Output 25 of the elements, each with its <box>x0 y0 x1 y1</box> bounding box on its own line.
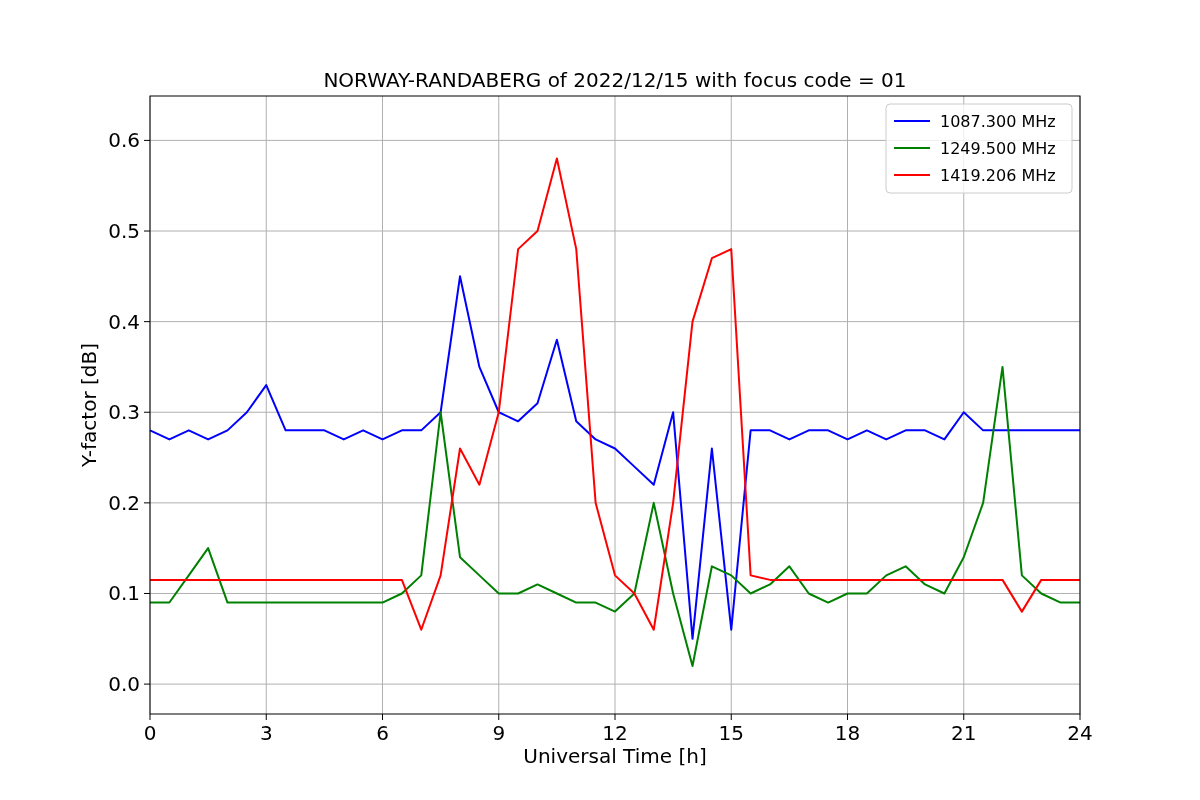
y-tick-label: 0.3 <box>108 400 140 425</box>
y-axis-label: Y-factor [dB] <box>77 343 101 467</box>
x-tick-label: 18 <box>834 721 861 745</box>
legend-label: 1419.206 MHz <box>940 166 1056 185</box>
legend-line-icon <box>893 120 931 122</box>
legend-label: 1249.500 MHz <box>940 139 1056 158</box>
legend-label: 1087.300 MHz <box>940 112 1056 131</box>
x-tick-label: 15 <box>718 721 744 745</box>
x-axis-label: Universal Time [h] <box>523 744 707 768</box>
y-tick-label: 0.2 <box>108 490 140 515</box>
legend-line-icon <box>893 174 931 176</box>
y-tick-label: 0.5 <box>108 219 140 243</box>
x-tick-label: 12 <box>602 721 628 745</box>
legend-line-icon <box>893 147 931 149</box>
x-tick-label: 6 <box>376 721 389 745</box>
x-tick-label: 9 <box>492 721 506 745</box>
chart-title: NORWAY-RANDABERG of 2022/12/15 with focus code = 01 <box>323 68 907 92</box>
y-tick-label: 0.6 <box>108 128 140 153</box>
x-tick-label: 0 <box>143 721 157 745</box>
x-tick-label: 24 <box>1067 721 1093 745</box>
y-tick-label: 0.1 <box>108 581 140 606</box>
x-tick-label: 21 <box>951 721 977 745</box>
x-tick-label: 3 <box>259 721 273 745</box>
y-tick-label: 0.0 <box>108 672 140 697</box>
y-tick-label: 0.4 <box>108 309 140 334</box>
